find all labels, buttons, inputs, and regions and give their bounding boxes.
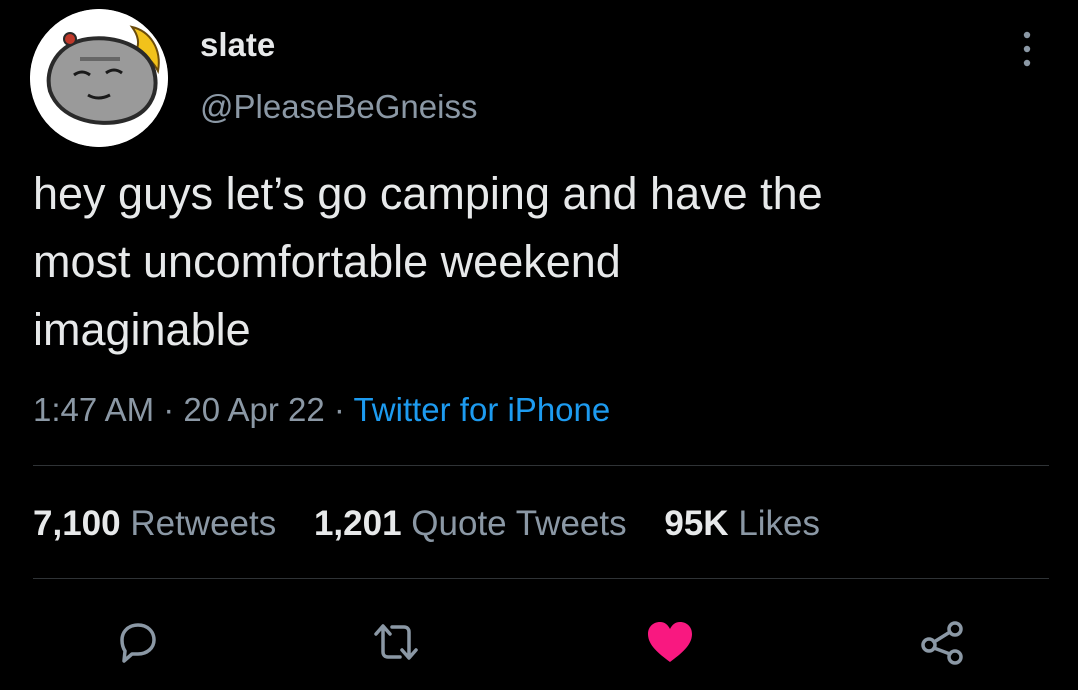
retweet-icon [374, 624, 418, 660]
quote-tweets-label: Quote Tweets [411, 504, 627, 543]
quote-tweets-stat[interactable]: 1,201 Quote Tweets [314, 502, 627, 546]
tweet-stats: 7,100 Retweets 1,201 Quote Tweets 95K Li… [33, 502, 848, 546]
reply-button[interactable] [108, 612, 168, 672]
meta-separator: · [163, 391, 175, 428]
tweet-source-link[interactable]: Twitter for iPhone [353, 391, 610, 428]
tweet-date[interactable]: 20 Apr 22 [183, 391, 324, 428]
reply-icon [120, 623, 156, 663]
likes-stat[interactable]: 95K Likes [664, 502, 820, 546]
like-button[interactable] [640, 612, 700, 672]
retweets-label: Retweets [130, 504, 277, 543]
rock-avatar-icon [30, 9, 168, 147]
tweet-meta: 1:47 AM · 20 Apr 22 · Twitter for iPhone [33, 390, 610, 430]
avatar[interactable] [30, 9, 168, 147]
meta-separator: · [333, 391, 345, 428]
tweet-time[interactable]: 1:47 AM [33, 391, 154, 428]
heart-icon [648, 622, 692, 662]
share-icon [921, 621, 963, 665]
retweets-count: 7,100 [33, 504, 121, 543]
share-button[interactable] [912, 612, 972, 672]
divider [33, 465, 1049, 466]
tweet-actions-bar [0, 612, 1078, 672]
tweet-text: hey guys let’s go camping and have the m… [33, 168, 823, 355]
quote-tweets-count: 1,201 [313, 504, 402, 543]
divider [33, 578, 1049, 579]
retweet-button[interactable] [366, 612, 426, 672]
user-handle[interactable]: @PleaseBeGneiss [200, 90, 477, 123]
likes-count: 95K [664, 504, 729, 543]
likes-label: Likes [738, 504, 821, 543]
display-name[interactable]: slate [200, 28, 275, 61]
more-options-icon[interactable] [1012, 28, 1042, 70]
retweets-stat[interactable]: 7,100 Retweets [33, 502, 276, 546]
